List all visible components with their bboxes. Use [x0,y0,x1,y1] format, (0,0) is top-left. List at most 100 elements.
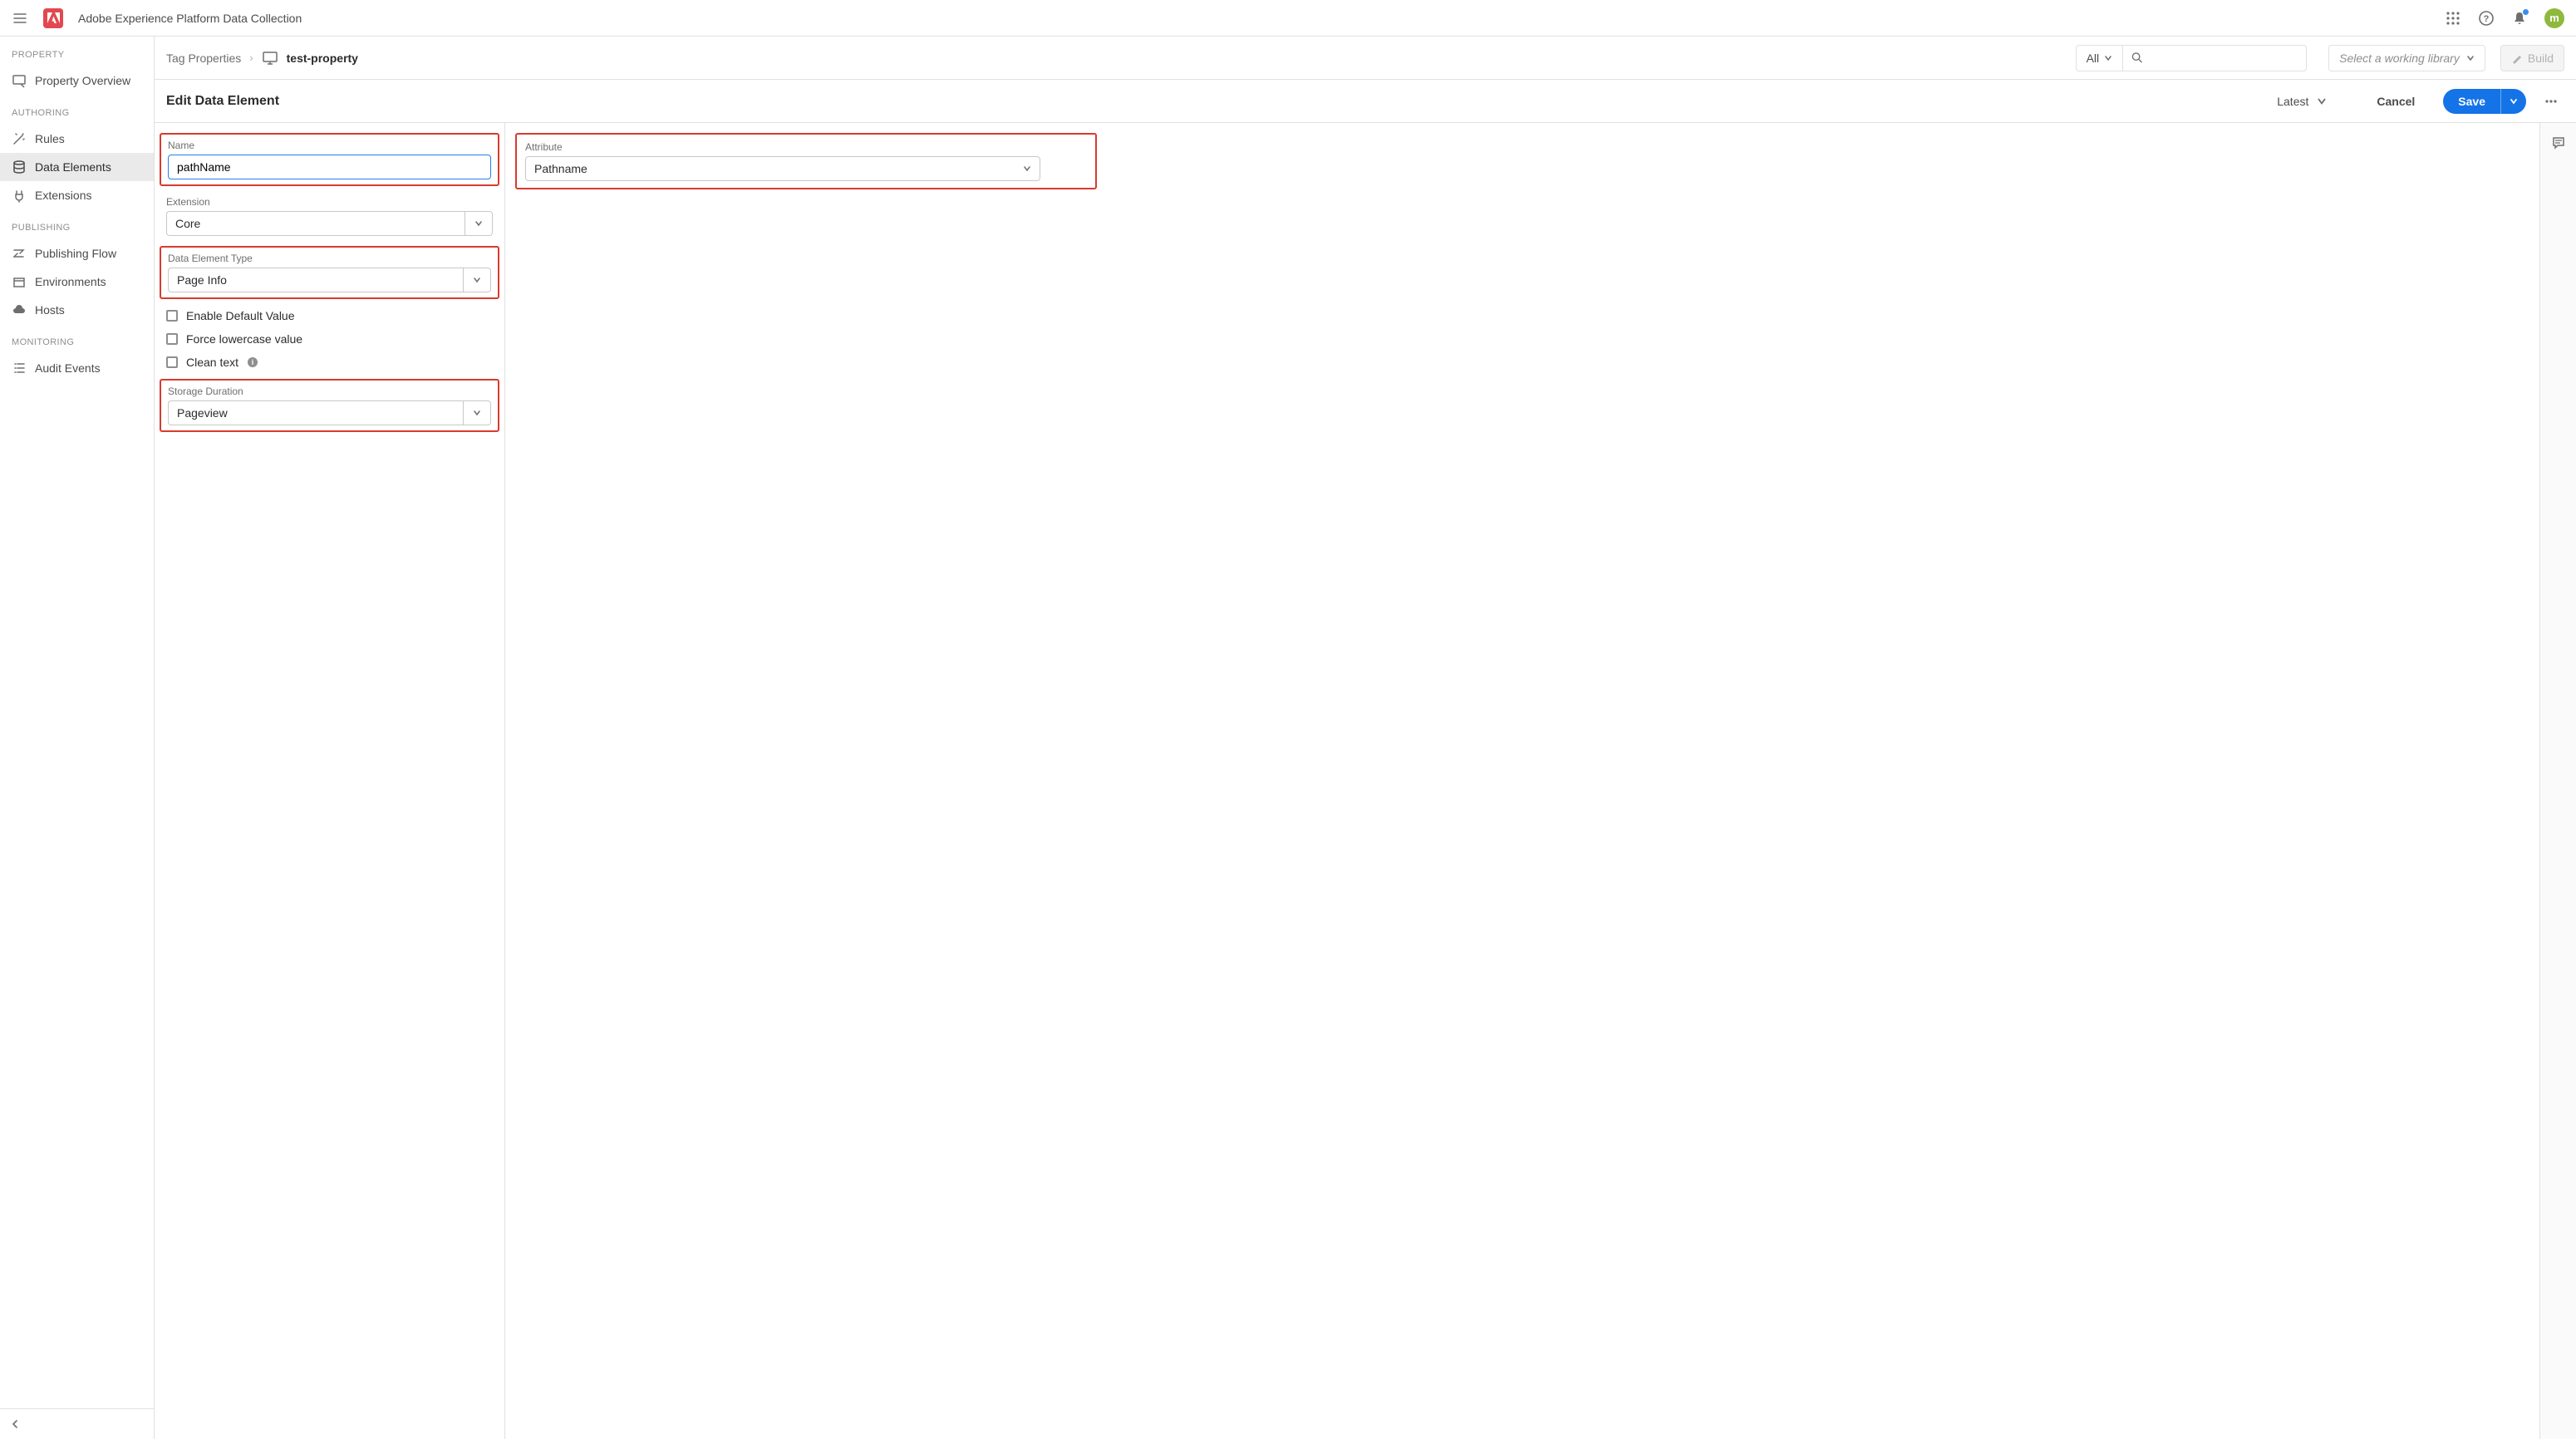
search-field[interactable] [2123,46,2306,71]
right-rail [2539,123,2576,1439]
search-filter-group: All [2076,45,2308,71]
form-body: Name Extension Core Data Element Type [155,123,2576,1439]
search-input[interactable] [2143,52,2298,65]
save-dropdown-button[interactable] [2500,89,2526,114]
force-lowercase-row[interactable]: Force lowercase value [160,327,499,351]
checkbox-icon [166,356,178,368]
sidebar-section-property: PROPERTY [0,37,154,66]
adobe-logo [43,8,63,28]
box-icon [12,274,27,289]
data-element-type-label: Data Element Type [168,253,491,264]
attribute-block: Attribute Pathname [515,133,1097,189]
chevron-down-icon [1023,165,1031,173]
sidebar-section-authoring: AUTHORING [0,95,154,125]
working-library-label: Select a working library [2339,52,2460,65]
sidebar-item-data-elements[interactable]: Data Elements [0,153,154,181]
sidebar-item-rules[interactable]: Rules [0,125,154,153]
plug-icon [12,188,27,203]
clean-text-label: Clean text [186,356,238,369]
help-icon[interactable]: ? [2478,10,2495,27]
more-actions-button[interactable] [2538,90,2564,113]
edit-header: Edit Data Element Latest Cancel Save [155,80,2576,123]
data-element-type-display: Page Info [168,268,463,292]
svg-text:?: ? [2484,14,2490,24]
attribute-label: Attribute [525,141,1087,153]
info-icon[interactable]: i [247,356,258,368]
svg-text:i: i [252,358,254,366]
sidebar-item-property-overview[interactable]: Property Overview [0,66,154,95]
sidebar-collapse-button[interactable] [0,1408,154,1439]
chevron-down-icon [2510,97,2518,106]
data-element-type-button[interactable] [463,268,491,292]
filter-all-label: All [2087,52,2100,65]
sidebar-item-label: Hosts [35,303,65,317]
list-icon [12,361,27,376]
extension-label: Extension [166,196,493,208]
filter-all-dropdown[interactable]: All [2077,46,2124,71]
sidebar-item-label: Environments [35,275,106,288]
edit-title: Edit Data Element [166,94,279,109]
topbar: Adobe Experience Platform Data Collectio… [0,0,2576,37]
save-button[interactable]: Save [2443,89,2500,114]
working-library-select[interactable]: Select a working library [2328,45,2485,71]
clean-text-row[interactable]: Clean text i [160,351,499,374]
sidebar-item-publishing-flow[interactable]: Publishing Flow [0,239,154,268]
cancel-button[interactable]: Cancel [2368,90,2423,113]
app-title: Adobe Experience Platform Data Collectio… [78,12,302,25]
sidebar-item-label: Data Elements [35,160,111,174]
sidebar-item-hosts[interactable]: Hosts [0,296,154,324]
enable-default-value-row[interactable]: Enable Default Value [160,304,499,327]
chevron-down-icon [2104,54,2112,62]
notification-dot [2522,8,2529,16]
hammer-icon [2511,52,2523,64]
sidebar-item-audit-events[interactable]: Audit Events [0,354,154,382]
chevron-right-icon: › [249,52,253,64]
search-icon [2131,52,2143,64]
storage-duration-button[interactable] [463,400,491,425]
enable-default-value-label: Enable Default Value [186,309,295,322]
property-name: test-property [287,52,358,65]
sidebar-section-monitoring: MONITORING [0,324,154,354]
bell-icon[interactable] [2511,10,2528,27]
sidebar-item-environments[interactable]: Environments [0,268,154,296]
extension-select-button[interactable] [465,211,493,236]
extension-select-display: Core [166,211,465,236]
sidebar-item-extensions[interactable]: Extensions [0,181,154,209]
checkbox-icon [166,333,178,345]
sidebar-item-label: Audit Events [35,361,101,375]
chevron-down-icon [2317,96,2327,106]
name-label: Name [168,140,491,151]
form-left-column: Name Extension Core Data Element Type [155,123,505,1439]
sidebar-section-publishing: PUBLISHING [0,209,154,239]
revision-label: Latest [2277,95,2308,108]
build-button: Build [2500,45,2564,71]
storage-duration-block: Storage Duration Pageview [160,379,499,432]
hamburger-icon[interactable] [12,10,28,27]
comment-icon[interactable] [2550,135,2567,151]
name-input[interactable] [168,155,491,179]
chevron-down-icon [473,409,481,417]
sidebar-item-label: Property Overview [35,74,130,87]
revision-select[interactable]: Latest [2269,90,2335,113]
build-label: Build [2528,52,2554,65]
cloud-icon [12,302,27,317]
sidebar-item-label: Publishing Flow [35,247,116,260]
attribute-select-display: Pathname [534,162,587,175]
force-lowercase-label: Force lowercase value [186,332,302,346]
ellipsis-icon [2543,93,2559,110]
main-content: Tag Properties › test-property All Selec… [155,37,2576,1439]
breadcrumb-root[interactable]: Tag Properties [166,52,241,65]
attribute-select[interactable]: Pathname [525,156,1040,181]
chevron-down-icon [2466,54,2475,62]
database-icon [12,160,27,174]
apps-icon[interactable] [2445,10,2461,27]
avatar[interactable]: m [2544,8,2564,28]
data-element-type-block: Data Element Type Page Info [160,246,499,299]
flow-icon [12,246,27,261]
property-bar: Tag Properties › test-property All Selec… [155,37,2576,80]
wand-icon [12,131,27,146]
sidebar: PROPERTY Property Overview AUTHORING Rul… [0,37,155,1439]
sidebar-item-label: Extensions [35,189,91,202]
storage-duration-display: Pageview [168,400,463,425]
chevron-down-icon [473,276,481,284]
